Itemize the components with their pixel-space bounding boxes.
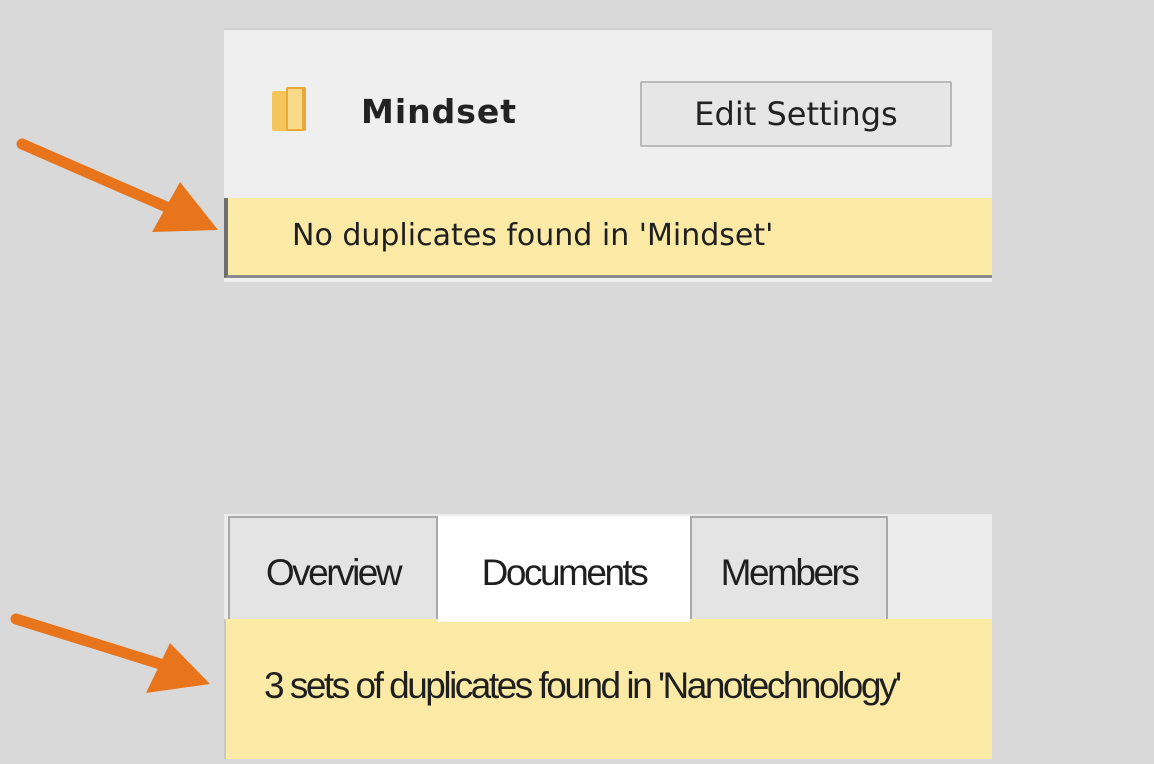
tab-overview[interactable]: Overview [228,516,438,619]
group-name: Mindset [361,92,518,131]
group-header-panel: Mindset Edit Settings No duplicates foun… [224,28,992,282]
tab-documents[interactable]: Documents [438,516,690,622]
no-duplicates-notice: No duplicates found in 'Mindset' [224,198,992,278]
arrow-icon [10,613,210,693]
folder-icon [272,87,308,133]
duplicates-found-notice: 3 sets of duplicates found in 'Nanotechn… [224,619,992,759]
group-tabs-panel: Overview Documents Members 3 sets of dup… [224,514,992,759]
edit-settings-button[interactable]: Edit Settings [640,81,952,147]
arrow-icon [16,138,218,232]
tab-members[interactable]: Members [690,516,888,619]
